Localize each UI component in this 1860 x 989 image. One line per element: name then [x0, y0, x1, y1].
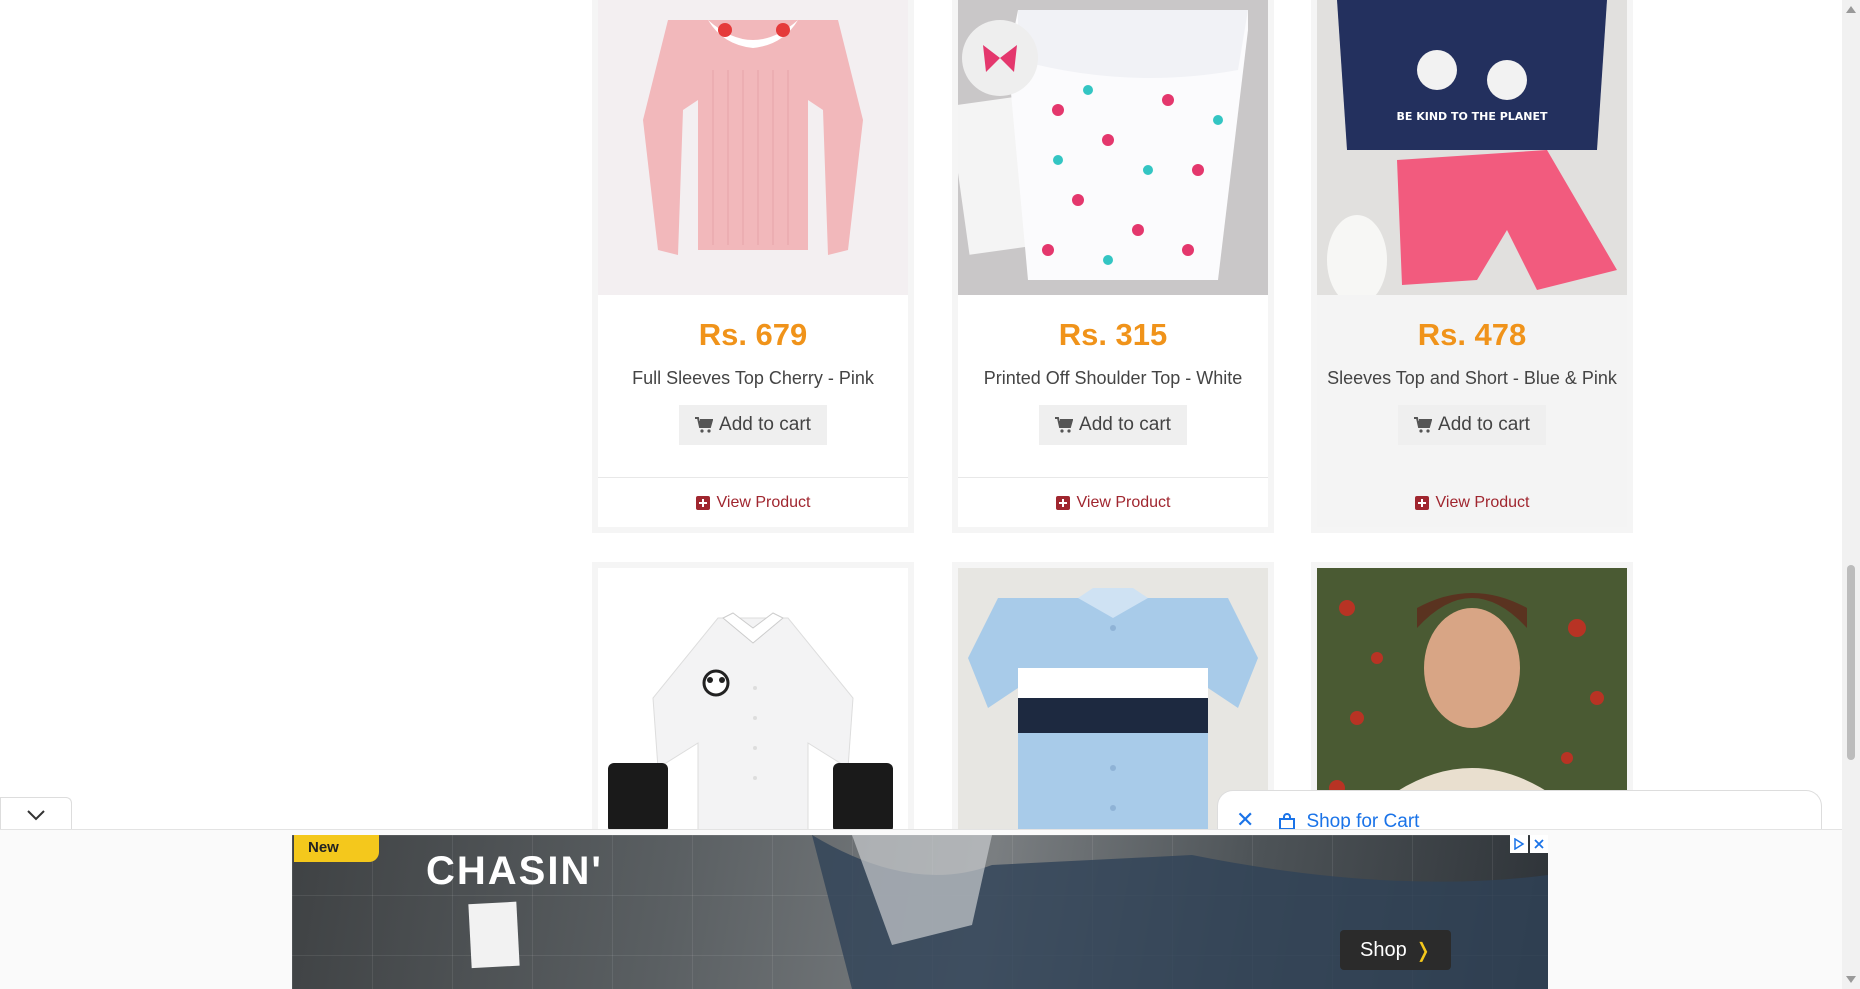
view-product-link[interactable]: View Product [958, 477, 1268, 527]
product-card: BE KIND TO THE PLANET Rs. 478 Sleeves To… [1311, 0, 1633, 533]
ad-close-icon[interactable] [1530, 835, 1548, 853]
product-image[interactable] [598, 568, 908, 868]
product-name[interactable]: Full Sleeves Top Cherry - Pink [598, 367, 908, 389]
scroll-down-arrow[interactable] [1846, 976, 1856, 983]
chevron-right-icon: ❭ [1414, 939, 1432, 962]
add-to-cart-button[interactable]: Add to cart [679, 405, 827, 445]
product-name[interactable]: Printed Off Shoulder Top - White [958, 367, 1268, 389]
collapse-ad-tab[interactable] [0, 797, 72, 831]
cart-icon [1055, 417, 1074, 433]
product-card [592, 562, 914, 868]
product-image[interactable] [598, 0, 908, 295]
ad-shop-label: Shop [1360, 938, 1407, 961]
add-to-cart-label: Add to cart [1079, 414, 1171, 435]
product-image[interactable] [958, 0, 1268, 295]
view-product-link[interactable]: View Product [598, 477, 908, 527]
ad-new-badge: New [294, 835, 379, 862]
svg-text:BE KIND TO THE PLANET: BE KIND TO THE PLANET [1396, 110, 1548, 123]
page-viewport: Rs. 679 Full Sleeves Top Cherry - Pink A… [0, 0, 1842, 989]
plus-square-icon [1414, 495, 1429, 510]
close-icon[interactable]: ✕ [1236, 809, 1254, 831]
view-product-link[interactable]: View Product [1317, 477, 1627, 527]
product-price: Rs. 478 [1417, 317, 1527, 352]
cart-icon [1414, 417, 1433, 433]
add-to-cart-label: Add to cart [1438, 414, 1530, 435]
product-price: Rs. 679 [698, 317, 808, 352]
view-product-label: View Product [1076, 493, 1171, 511]
plus-square-icon [1055, 495, 1070, 510]
add-to-cart-button[interactable]: Add to cart [1039, 405, 1187, 445]
scroll-thumb[interactable] [1847, 565, 1855, 760]
add-to-cart-button[interactable]: Add to cart [1398, 405, 1546, 445]
product-image[interactable]: BE KIND TO THE PLANET [1317, 0, 1627, 295]
product-card: Rs. 315 Printed Off Shoulder Top - White… [952, 0, 1274, 533]
adchoices-icon[interactable] [1510, 835, 1528, 853]
plus-square-icon [695, 495, 710, 510]
ad-headline: CHASIN' [426, 849, 603, 893]
banner-ad[interactable]: New CHASIN' Shop ❭ [292, 835, 1548, 989]
cart-icon [695, 417, 714, 433]
vertical-scrollbar[interactable] [1842, 0, 1860, 989]
product-name[interactable]: Sleeves Top and Short - Blue & Pink [1317, 367, 1627, 389]
scroll-up-arrow[interactable] [1846, 6, 1856, 13]
ad-shop-button[interactable]: Shop ❭ [1340, 930, 1452, 970]
view-product-label: View Product [716, 493, 811, 511]
product-card: Rs. 679 Full Sleeves Top Cherry - Pink A… [592, 0, 914, 533]
product-price: Rs. 315 [1058, 317, 1168, 352]
chevron-down-icon [27, 809, 45, 820]
add-to-cart-label: Add to cart [719, 414, 811, 435]
view-product-label: View Product [1435, 493, 1530, 511]
